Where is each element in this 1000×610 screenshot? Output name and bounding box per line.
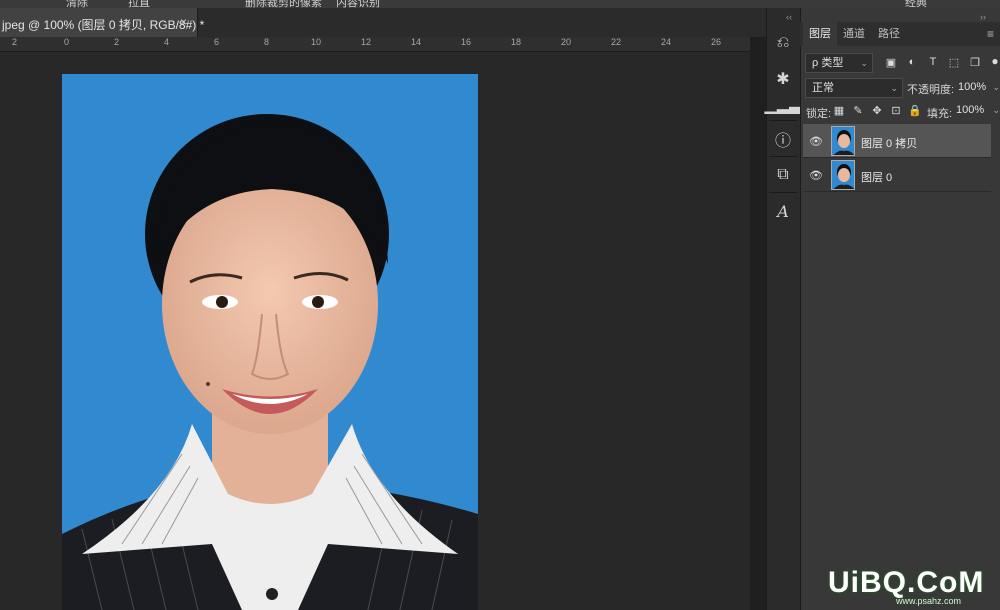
ruler-tick-label: 14 (411, 37, 422, 47)
panel-menu-icon[interactable]: ≡ (987, 27, 994, 41)
ruler-tick-label: 26 (711, 37, 722, 47)
layer-thumbnail (831, 126, 855, 156)
ruler-tick-label: 6 (214, 37, 220, 47)
vertical-scrollbar[interactable] (750, 37, 766, 610)
visibility-eye-icon[interactable]: 👁 (809, 135, 823, 148)
fill-label: 填充: (927, 108, 953, 120)
opacity-value: 100% (958, 81, 987, 93)
character-icon[interactable]: A (770, 198, 796, 224)
filter-toggle-icon[interactable]: ● (988, 54, 1000, 68)
ruler-tick-label: 2 (12, 37, 18, 47)
chevron-down-icon: ⌄ (890, 83, 898, 93)
chevron-down-icon: ⌄ (992, 105, 1000, 115)
layer-filter-select[interactable]: ρ 类型 ⌄ (805, 53, 873, 73)
lock-position-icon[interactable]: ✥ (870, 104, 884, 117)
separator (769, 192, 797, 193)
watermark-logo-text: UiBQ.CoM (828, 566, 985, 599)
tab-channels[interactable]: 通道 (837, 22, 871, 46)
layers-panel (800, 8, 1000, 610)
lock-transparent-pixels-icon[interactable]: ▦ (832, 104, 846, 117)
thumbnail-portrait (833, 130, 854, 155)
smart-object-filter-icon[interactable]: ❐ (968, 56, 982, 69)
ruler-tick-label: 2 (114, 37, 120, 47)
lock-artboard-icon[interactable]: ⊡ (889, 104, 903, 117)
info-icon[interactable]: ⓘ (770, 126, 796, 152)
clear-button[interactable]: 清除 (66, 0, 88, 8)
collapse-right-panel-icon[interactable]: ›› (980, 12, 986, 22)
ruler-tick-label: 10 (311, 37, 322, 47)
type-filter-icon[interactable]: T (926, 56, 940, 68)
site-watermark: UiBQ.CoM www.psahz.com (828, 566, 985, 606)
fill-value: 100% (956, 104, 985, 116)
shape-filter-icon[interactable]: ⬚ (947, 56, 961, 69)
layer-filter-value: ρ 类型 (812, 57, 844, 69)
document-tab-title: jpeg @ 100% (图层 0 拷贝, RGB/8#) * (2, 18, 205, 32)
lock-all-icon[interactable]: 🔒 (908, 104, 922, 117)
ruler-tick-label: 4 (164, 37, 170, 47)
lock-image-pixels-icon[interactable]: ✎ (851, 104, 865, 117)
collapse-panels-icon[interactable]: ‹‹ (786, 12, 792, 22)
ruler-tick-label: 8 (264, 37, 270, 47)
fill-input[interactable]: 100% ⌄ (950, 101, 1000, 121)
blend-mode-value: 正常 (812, 82, 834, 94)
lock-label: 锁定: (806, 108, 832, 120)
properties-icon[interactable]: ⧉ (770, 162, 796, 188)
portrait-photo[interactable] (62, 74, 478, 610)
ruler-tick-label: 12 (361, 37, 372, 47)
watermark-url: www.psahz.com (896, 596, 962, 606)
thumbnail-portrait (833, 164, 854, 189)
classic-mode-select[interactable]: 经典 (905, 0, 927, 8)
straighten-button[interactable]: 拉直 (128, 0, 150, 8)
layer-thumbnail (831, 160, 855, 190)
portrait-illustration (62, 114, 478, 610)
document-tab[interactable]: jpeg @ 100% (图层 0 拷贝, RGB/8#) * × (0, 8, 204, 37)
chevron-down-icon: ⌄ (992, 82, 1000, 92)
tab-layers[interactable]: 图层 (803, 22, 837, 46)
ruler-tick-label: 0 (64, 37, 70, 47)
options-bar: 清除 拉直 删除裁剪的像素 内容识别 经典 (0, 0, 1000, 8)
opacity-input[interactable]: 100% ⌄ (952, 78, 1000, 98)
ruler-tick-label: 18 (511, 37, 522, 47)
close-tab-icon[interactable]: × (180, 15, 187, 29)
chevron-down-icon: ⌄ (860, 58, 868, 68)
history-icon[interactable]: ⎌ (770, 30, 796, 56)
ruler-tick-label: 20 (561, 37, 572, 47)
adjustment-filter-icon[interactable]: ◐ (905, 56, 919, 68)
opacity-label: 不透明度: (907, 84, 955, 96)
layer-row-copy[interactable]: 👁 图层 0 拷贝 (803, 124, 991, 158)
navigator-icon[interactable]: ✱ (770, 66, 796, 92)
ruler-tick-label: 16 (461, 37, 472, 47)
horizontal-ruler: 2 0 2 4 6 8 10 12 14 16 18 20 22 24 26 (0, 37, 750, 52)
separator (769, 120, 797, 121)
layer-name: 图层 0 (861, 172, 893, 184)
delete-cropped-pixels-checkbox[interactable]: 删除裁剪的像素 (245, 0, 322, 8)
visibility-eye-icon[interactable]: 👁 (809, 169, 823, 182)
separator (769, 156, 797, 157)
histogram-icon[interactable]: ▁▂▃ (765, 92, 802, 118)
pixel-filter-icon[interactable]: ▣ (884, 56, 898, 69)
content-aware-checkbox[interactable]: 内容识别 (336, 0, 380, 8)
ruler-tick-label: 24 (661, 37, 672, 47)
tab-paths[interactable]: 路径 (872, 22, 906, 46)
layer-name: 图层 0 拷贝 (861, 138, 918, 150)
layer-row-original[interactable]: 👁 图层 0 (803, 158, 991, 192)
ruler-tick-label: 22 (611, 37, 622, 47)
blend-mode-select[interactable]: 正常 ⌄ (805, 78, 903, 98)
